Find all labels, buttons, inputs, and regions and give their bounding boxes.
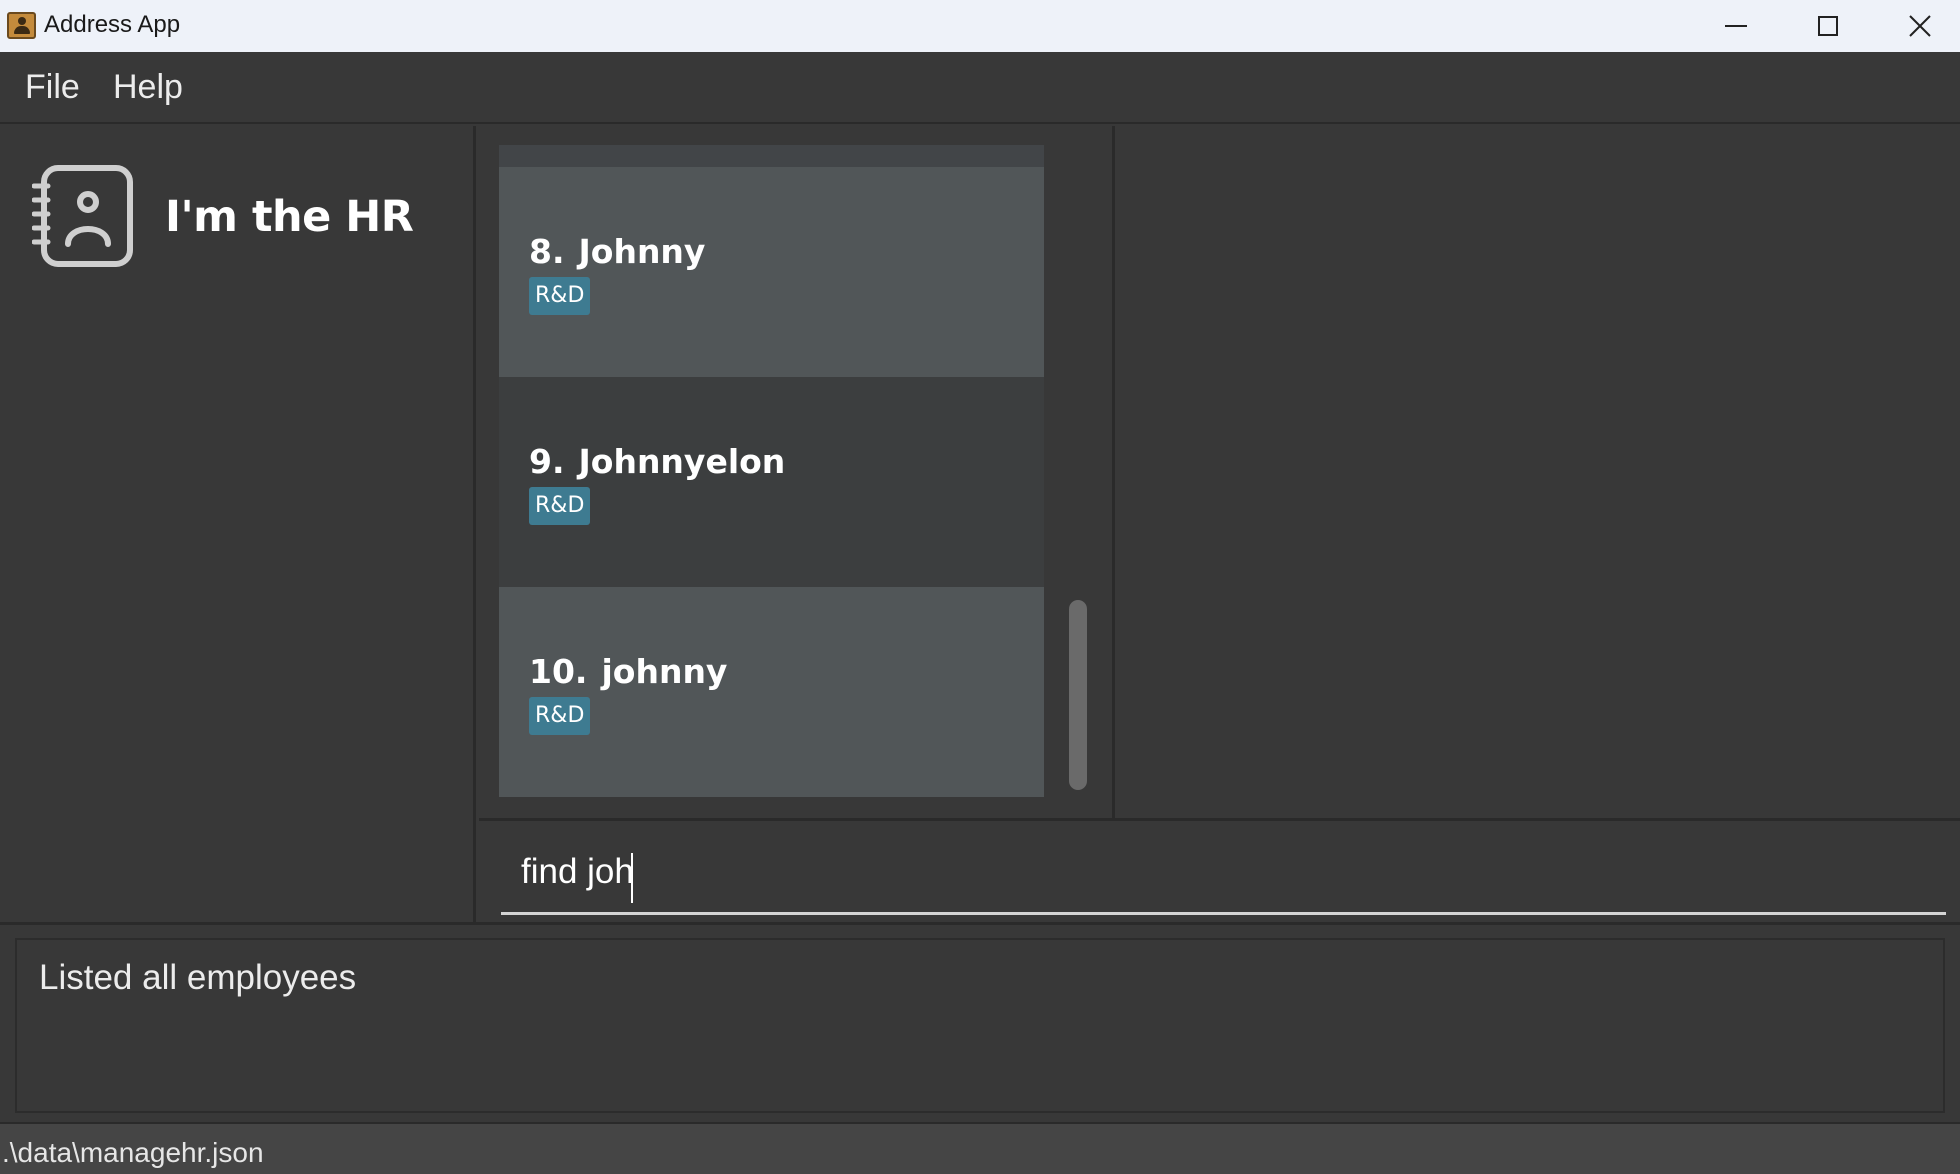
employee-card[interactable]: 10. johnny R&D <box>499 587 1044 797</box>
minimize-icon <box>1725 25 1747 27</box>
employee-list[interactable]: 8. Johnny R&D 9. Johnnyelon R&D 10. johnny … <box>499 145 1044 797</box>
menu-help[interactable]: Help <box>113 68 183 107</box>
employee-card[interactable]: 9. Johnnyelon R&D <box>499 377 1044 587</box>
window-title: Address App <box>44 11 181 38</box>
close-button[interactable] <box>1874 0 1960 52</box>
data-file-path: .\data\managehr.json <box>2 1137 264 1168</box>
sidebar: I'm the HR <box>0 126 476 922</box>
department-tag: R&D <box>529 487 591 525</box>
employee-name: 9. Johnnyelon <box>529 442 786 481</box>
contact-book-icon <box>31 164 136 273</box>
command-input[interactable] <box>501 835 1946 915</box>
employee-card[interactable]: 8. Johnny R&D <box>499 167 1044 377</box>
employee-detail-panel <box>1118 126 1960 818</box>
app-heading: I'm the HR <box>165 192 414 242</box>
department-tag: R&D <box>529 277 591 315</box>
list-card-partial <box>499 145 1044 167</box>
department-tag: R&D <box>529 697 591 735</box>
text-caret <box>631 853 633 903</box>
maximize-icon <box>1818 16 1838 36</box>
maximize-button[interactable] <box>1782 0 1872 52</box>
employee-name: 10. johnny <box>529 652 728 691</box>
window-titlebar: Address App <box>0 0 1960 52</box>
app-icon <box>7 12 36 39</box>
employee-name: 8. Johnny <box>529 232 706 271</box>
result-message: Listed all employees <box>39 958 357 997</box>
list-scrollbar-thumb[interactable] <box>1069 600 1087 790</box>
minimize-button[interactable] <box>1690 0 1780 52</box>
command-box <box>479 818 1960 922</box>
menu-bar: File Help <box>0 52 1960 124</box>
close-icon <box>1909 15 1931 37</box>
result-box[interactable]: Listed all employees <box>15 938 1945 1113</box>
status-bar: .\data\managehr.json <box>0 1122 1960 1174</box>
menu-file[interactable]: File <box>25 68 80 107</box>
result-display: Listed all employees <box>0 922 1960 1122</box>
employee-list-panel: 8. Johnny R&D 9. Johnnyelon R&D 10. johnny … <box>479 126 1115 818</box>
